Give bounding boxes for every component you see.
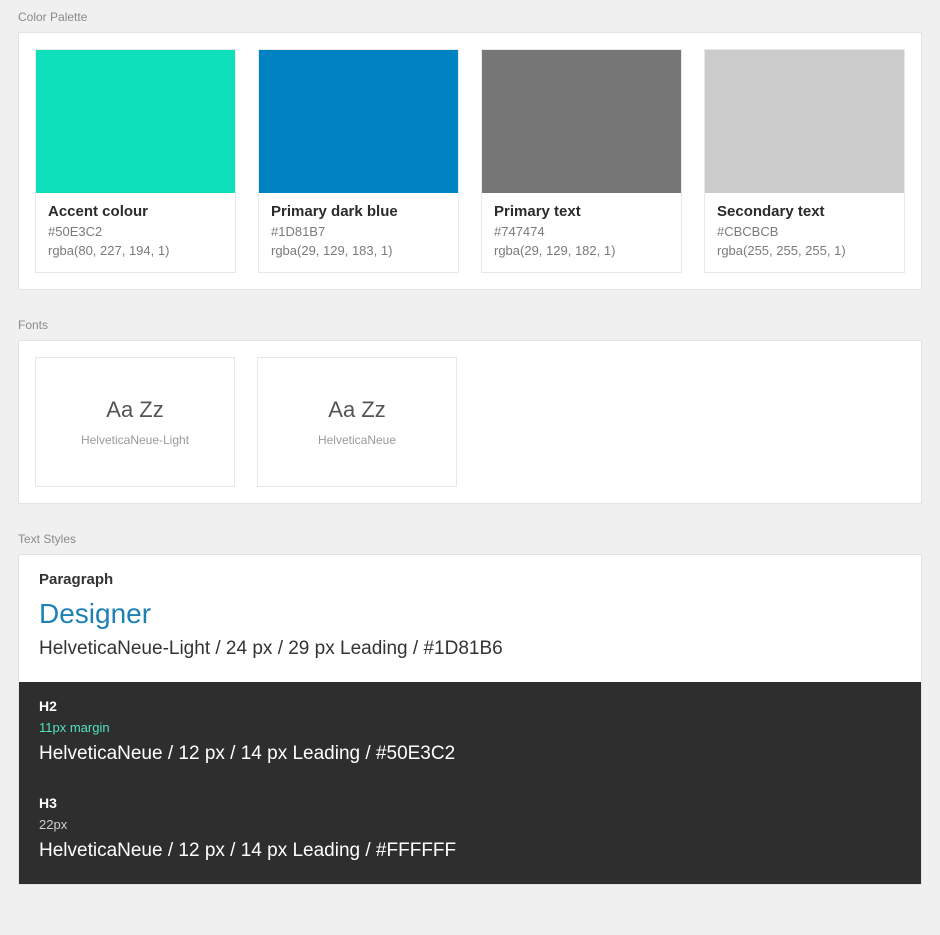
swatch-name: Secondary text [717,203,892,220]
swatch-name: Primary text [494,203,669,220]
swatch-hex: #1D81B7 [271,224,446,239]
text-style-dark-block: H2 11px margin HelveticaNeue / 12 px / 1… [19,682,921,884]
section-label-palette: Color Palette [18,10,922,24]
palette-row: Accent colour #50E3C2 rgba(80, 227, 194,… [35,49,905,273]
swatch-rgba: rgba(29, 129, 183, 1) [271,243,446,258]
swatch-hex: #747474 [494,224,669,239]
swatch-info: Accent colour #50E3C2 rgba(80, 227, 194,… [36,193,235,272]
section-label-fonts: Fonts [18,318,922,332]
section-label-text-styles: Text Styles [18,532,922,546]
swatch-name: Accent colour [48,203,223,220]
text-style-sample: Designer [39,598,901,630]
text-style-label: H2 [39,698,901,714]
text-style-sample: 22px [39,817,901,832]
font-card: Aa Zz HelveticaNeue [257,357,457,487]
swatch-hex: #CBCBCB [717,224,892,239]
swatch-card: Accent colour #50E3C2 rgba(80, 227, 194,… [35,49,236,273]
text-style-paragraph: Paragraph Designer HelveticaNeue-Light /… [19,555,921,682]
text-styles-panel: Paragraph Designer HelveticaNeue-Light /… [18,554,922,885]
fonts-panel: Aa Zz HelveticaNeue-Light Aa Zz Helvetic… [18,340,922,504]
swatch-rgba: rgba(80, 227, 194, 1) [48,243,223,258]
text-style-label: H3 [39,795,901,811]
text-style-label: Paragraph [39,571,901,588]
color-swatch [36,50,235,193]
color-swatch [482,50,681,193]
color-swatch [705,50,904,193]
swatch-rgba: rgba(29, 129, 182, 1) [494,243,669,258]
font-name: HelveticaNeue [318,433,396,447]
font-sample: Aa Zz [328,397,385,423]
swatch-card: Primary text #747474 rgba(29, 129, 182, … [481,49,682,273]
swatch-name: Primary dark blue [271,203,446,220]
text-style-sample: 11px margin [39,720,901,735]
text-style-spec: HelveticaNeue / 12 px / 14 px Leading / … [39,840,901,862]
fonts-row: Aa Zz HelveticaNeue-Light Aa Zz Helvetic… [35,357,905,487]
swatch-card: Primary dark blue #1D81B7 rgba(29, 129, … [258,49,459,273]
swatch-card: Secondary text #CBCBCB rgba(255, 255, 25… [704,49,905,273]
swatch-info: Primary dark blue #1D81B7 rgba(29, 129, … [259,193,458,272]
swatch-rgba: rgba(255, 255, 255, 1) [717,243,892,258]
text-style-spec: HelveticaNeue / 12 px / 14 px Leading / … [39,743,901,765]
swatch-info: Primary text #747474 rgba(29, 129, 182, … [482,193,681,272]
text-style-spec: HelveticaNeue-Light / 24 px / 29 px Lead… [39,638,901,660]
font-sample: Aa Zz [106,397,163,423]
palette-panel: Accent colour #50E3C2 rgba(80, 227, 194,… [18,32,922,290]
color-swatch [259,50,458,193]
font-card: Aa Zz HelveticaNeue-Light [35,357,235,487]
swatch-hex: #50E3C2 [48,224,223,239]
swatch-info: Secondary text #CBCBCB rgba(255, 255, 25… [705,193,904,272]
font-name: HelveticaNeue-Light [81,433,189,447]
